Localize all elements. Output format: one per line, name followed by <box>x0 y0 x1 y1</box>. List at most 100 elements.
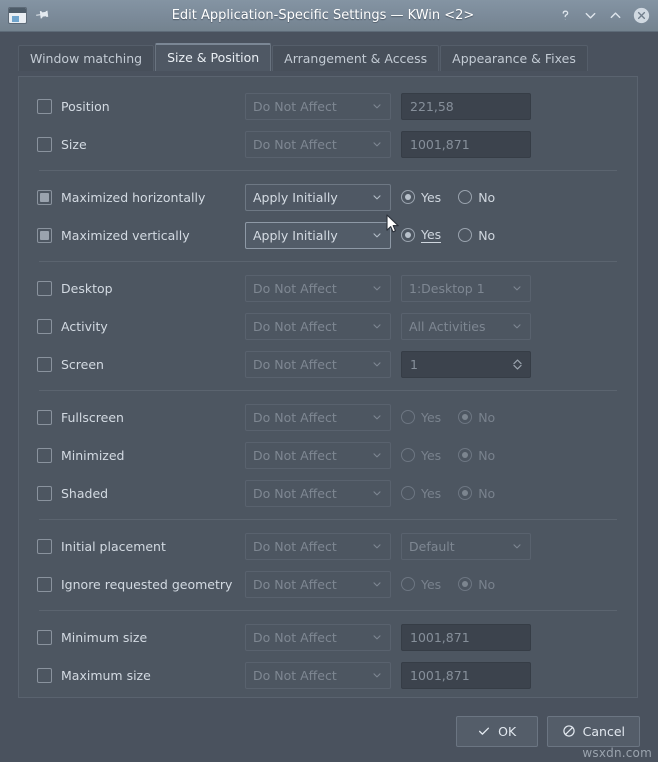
rule-label: Initial placement <box>61 539 166 554</box>
radio-yes-ignore-requested-geometry[interactable]: Yes <box>401 577 441 592</box>
value-combo-initial-placement[interactable]: Default <box>401 533 531 560</box>
rule-label-group: Activity <box>37 319 245 334</box>
value-input-size[interactable]: 1001,871 <box>401 131 531 158</box>
rule-label: Ignore requested geometry <box>61 577 232 592</box>
enable-checkbox-ignore-requested-geometry[interactable] <box>37 577 52 592</box>
radio-yes-minimized[interactable]: Yes <box>401 448 441 463</box>
policy-combo-minimum-size[interactable]: Do Not Affect <box>245 624 391 651</box>
value-input-maximum-size[interactable]: 1001,871 <box>401 662 531 689</box>
radio-no-minimized[interactable]: No <box>458 448 495 463</box>
rule-label-group: Size <box>37 137 245 152</box>
rule-label-group: Maximized vertically <box>37 228 245 243</box>
tab-arrangement-access[interactable]: Arrangement & Access <box>272 45 439 71</box>
chevron-down-icon <box>371 487 383 499</box>
radio-yes-label: Yes <box>421 486 441 501</box>
tab-appearance-fixes[interactable]: Appearance & Fixes <box>440 45 588 71</box>
enable-checkbox-maximized-horizontally[interactable] <box>37 190 52 205</box>
policy-combo-value: Do Not Affect <box>253 137 371 152</box>
settings-form: PositionDo Not Affect221,58SizeDo Not Af… <box>19 77 637 698</box>
enable-checkbox-maximized-vertically[interactable] <box>37 228 52 243</box>
enable-checkbox-minimum-size[interactable] <box>37 630 52 645</box>
group-separator <box>39 170 617 171</box>
enable-checkbox-shaded[interactable] <box>37 486 52 501</box>
policy-combo-desktop[interactable]: Do Not Affect <box>245 275 391 302</box>
value-input-position[interactable]: 221,58 <box>401 93 531 120</box>
chevron-down-icon <box>371 449 383 461</box>
enable-checkbox-maximum-size[interactable] <box>37 668 52 683</box>
spinner-arrows-icon[interactable] <box>511 357 524 372</box>
chevron-down-icon <box>371 358 383 370</box>
radio-no-maximized-horizontally[interactable]: No <box>458 190 495 205</box>
policy-combo-ignore-requested-geometry[interactable]: Do Not Affect <box>245 571 391 598</box>
radio-dot-icon <box>401 577 415 591</box>
titlebar-buttons <box>558 7 650 24</box>
chevron-down-icon <box>371 578 383 590</box>
tab-size-position[interactable]: Size & Position <box>155 43 271 71</box>
chevron-down-icon <box>371 669 383 681</box>
enable-checkbox-activity[interactable] <box>37 319 52 334</box>
policy-combo-fullscreen[interactable]: Do Not Affect <box>245 404 391 431</box>
radio-dot-icon <box>458 410 472 424</box>
policy-combo-shaded[interactable]: Do Not Affect <box>245 480 391 507</box>
value-combo-activity[interactable]: All Activities <box>401 313 531 340</box>
chevron-down-icon[interactable] <box>583 7 598 24</box>
close-icon[interactable] <box>633 7 650 24</box>
group-separator <box>39 519 617 520</box>
value-combo-value: All Activities <box>409 319 511 334</box>
radio-no-shaded[interactable]: No <box>458 486 495 501</box>
policy-combo-maximized-vertically[interactable]: Apply Initially <box>245 222 391 249</box>
help-icon[interactable] <box>558 7 573 24</box>
value-combo-desktop[interactable]: 1:Desktop 1 <box>401 275 531 302</box>
policy-combo-initial-placement[interactable]: Do Not Affect <box>245 533 391 560</box>
radio-yes-shaded[interactable]: Yes <box>401 486 441 501</box>
radio-yes-maximized-horizontally[interactable]: Yes <box>401 190 441 205</box>
value-text: 1001,871 <box>410 137 470 152</box>
cancel-button-label: Cancel <box>583 724 625 739</box>
group-separator <box>39 610 617 611</box>
chevron-up-icon[interactable] <box>608 7 623 24</box>
ok-button[interactable]: OK <box>456 716 538 747</box>
policy-combo-screen[interactable]: Do Not Affect <box>245 351 391 378</box>
policy-combo-maximum-size[interactable]: Do Not Affect <box>245 662 391 689</box>
radio-yes-maximized-vertically[interactable]: Yes <box>401 227 441 243</box>
policy-combo-maximized-horizontally[interactable]: Apply Initially <box>245 184 391 211</box>
chevron-down-icon <box>371 191 383 203</box>
chevron-down-icon <box>371 229 383 241</box>
window-icon <box>8 7 27 24</box>
radio-no-ignore-requested-geometry[interactable]: No <box>458 577 495 592</box>
enable-checkbox-desktop[interactable] <box>37 281 52 296</box>
pin-icon[interactable] <box>31 4 52 26</box>
enable-checkbox-fullscreen[interactable] <box>37 410 52 425</box>
radio-no-fullscreen[interactable]: No <box>458 410 495 425</box>
policy-combo-value: Do Not Affect <box>253 319 371 334</box>
enable-checkbox-minimized[interactable] <box>37 448 52 463</box>
watermark: wsxdn.com <box>582 746 652 760</box>
policy-combo-size[interactable]: Do Not Affect <box>245 131 391 158</box>
titlebar[interactable]: Edit Application-Specific Settings — KWi… <box>0 0 658 32</box>
value-spinbox-screen[interactable]: 1 <box>401 351 531 378</box>
policy-combo-minimized[interactable]: Do Not Affect <box>245 442 391 469</box>
policy-combo-value: Apply Initially <box>253 228 371 243</box>
enable-checkbox-initial-placement[interactable] <box>37 539 52 554</box>
dialog-footer: OK Cancel <box>0 700 658 762</box>
policy-combo-value: Do Not Affect <box>253 448 371 463</box>
rule-row-minimized: MinimizedDo Not AffectYesNo <box>37 436 619 474</box>
enable-checkbox-screen[interactable] <box>37 357 52 372</box>
radio-yes-label: Yes <box>421 227 441 243</box>
cancel-button[interactable]: Cancel <box>547 716 640 747</box>
policy-combo-activity[interactable]: Do Not Affect <box>245 313 391 340</box>
chevron-down-icon <box>371 411 383 423</box>
value-input-minimum-size[interactable]: 1001,871 <box>401 624 531 651</box>
enable-checkbox-size[interactable] <box>37 137 52 152</box>
rule-row-position: PositionDo Not Affect221,58 <box>37 87 619 125</box>
radio-no-label: No <box>478 190 495 205</box>
radio-no-maximized-vertically[interactable]: No <box>458 228 495 243</box>
rule-row-maximized-vertically: Maximized vertically Apply Initially Yes No <box>37 216 619 254</box>
rule-label: Maximum size <box>61 668 151 683</box>
tab-window-matching[interactable]: Window matching <box>18 45 154 71</box>
enable-checkbox-position[interactable] <box>37 99 52 114</box>
rule-label: Maximized vertically <box>61 228 190 243</box>
radio-yes-fullscreen[interactable]: Yes <box>401 410 441 425</box>
policy-combo-position[interactable]: Do Not Affect <box>245 93 391 120</box>
chevron-down-icon <box>371 100 383 112</box>
